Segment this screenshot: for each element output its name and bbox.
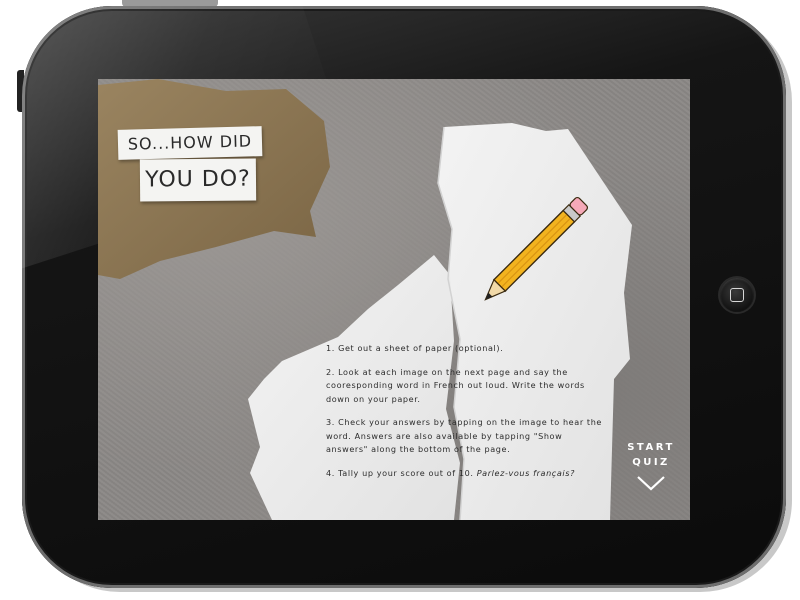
home-square-icon [730,288,744,302]
pencil-icon [484,196,589,301]
start-quiz-button[interactable]: START QUIZ [618,440,684,492]
start-quiz-line-1: START [627,442,675,453]
instruction-step-4: 4. Tally up your score out of 10. Parlez… [326,467,602,481]
instruction-step-2: 2. Look at each image on the next page a… [326,366,585,404]
instruction-step-1: 1. Get out a sheet of paper (optional). [326,343,504,353]
start-quiz-line-2: QUIZ [632,457,670,468]
instruction-step-4-text: 4. Tally up your score out of 10. [326,467,477,478]
quiz-instructions: 1. Get out a sheet of paper (optional). … [326,342,602,490]
instruction-step-4-italic: Parlez-vous français? [476,467,575,478]
chevron-down-icon [637,476,665,491]
home-button-icon[interactable] [720,278,754,312]
app-screen: SO...HOW DID YOU DO? 1. Get out a sheet … [98,79,690,520]
instruction-step-3: 3. Check your answers by tapping on the … [326,417,603,454]
